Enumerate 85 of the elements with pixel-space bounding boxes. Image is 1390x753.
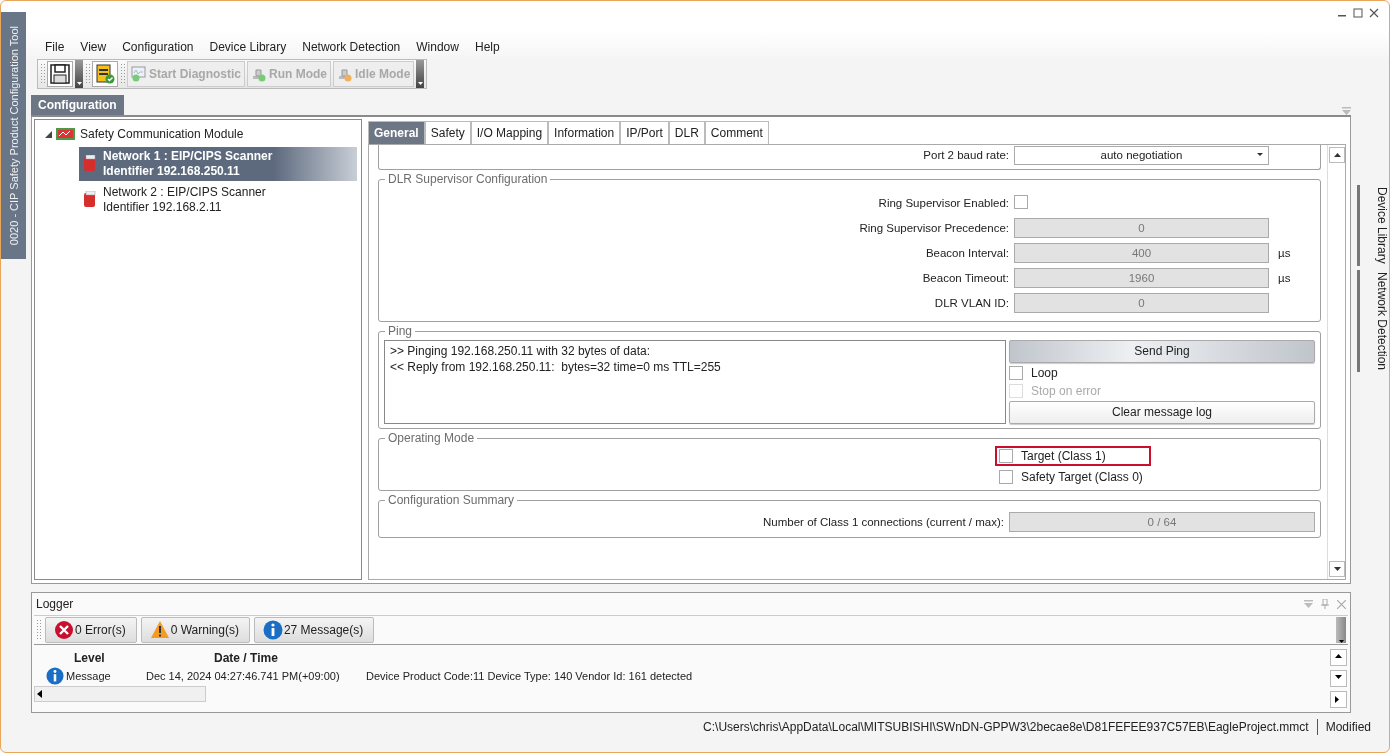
horizontal-scrollbar[interactable] bbox=[34, 686, 206, 702]
network-icon bbox=[83, 155, 97, 173]
checkbox[interactable] bbox=[999, 470, 1013, 484]
tree-item[interactable]: Network 1 : EIP/CIPS Scanner Identifier 192.168.250.11 bbox=[79, 147, 357, 181]
tab[interactable]: IP/Port bbox=[620, 121, 669, 144]
checkbox[interactable] bbox=[1014, 194, 1028, 209]
menu-item[interactable]: Network Detection bbox=[294, 40, 409, 54]
side-tab[interactable]: Network Detection bbox=[1357, 269, 1389, 372]
caret-icon bbox=[417, 82, 423, 85]
message-log: >> Pinging 192.168.250.11 with 32 bytes of data: << Reply from 192.168.250.11: bytes=32 time=0 ms TTL=255 bbox=[384, 340, 1006, 424]
unit-label: µs bbox=[1277, 246, 1292, 259]
tab[interactable]: Information bbox=[548, 121, 621, 144]
scroll-down-button[interactable] bbox=[1329, 561, 1345, 577]
checkbox-label: Safety Target (Class 0) bbox=[1021, 470, 1143, 484]
checkbox[interactable] bbox=[1009, 366, 1023, 380]
file-path: C:\Users\chris\AppData\Local\MITSUBISHI\SWnDN-GPPW3\2becae8e\D81FEFEE937C57EB\EagleProject.mmct bbox=[703, 720, 1309, 734]
module-icon bbox=[56, 127, 76, 141]
field-label: Beacon Interval: bbox=[924, 246, 1009, 259]
warning-icon bbox=[149, 620, 170, 640]
maximize-icon[interactable] bbox=[1353, 7, 1363, 19]
up-arrow-icon bbox=[1333, 153, 1341, 157]
tab[interactable]: General bbox=[368, 121, 425, 144]
field-label: DLR VLAN ID: bbox=[933, 296, 1009, 309]
caret-icon bbox=[1257, 152, 1263, 156]
caret-icon bbox=[1338, 640, 1344, 643]
network-icon bbox=[83, 191, 97, 209]
filter-button[interactable]: 0 Warning(s) bbox=[140, 617, 250, 643]
field-label: Ring Supervisor Precedence: bbox=[858, 221, 1009, 234]
filter-button[interactable]: 0 Error(s) bbox=[45, 617, 137, 643]
baud-rate-dropdown[interactable]: auto negotiation bbox=[1014, 145, 1269, 165]
field-label: Port 2 baud rate: bbox=[922, 149, 1009, 161]
left-arrow-icon bbox=[35, 690, 45, 698]
dropdown-button[interactable] bbox=[75, 60, 83, 88]
close-icon[interactable] bbox=[1369, 7, 1379, 19]
tab[interactable]: I/O Mapping bbox=[470, 121, 549, 144]
error-icon bbox=[54, 620, 74, 640]
table-cell-text: Dec 14, 2024 04:27:46.741 PM(+09:00) bbox=[146, 670, 341, 682]
checkbox-label: Loop bbox=[1031, 366, 1058, 380]
tab[interactable]: Safety bbox=[424, 121, 471, 144]
field-label: Beacon Timeout: bbox=[921, 271, 1009, 284]
info-icon bbox=[46, 667, 64, 685]
menu-item[interactable]: Configuration bbox=[114, 40, 202, 54]
checkbox-label: Stop on error bbox=[1031, 384, 1102, 398]
group-title: DLR Supervisor Configuration bbox=[385, 172, 551, 186]
scroll-up-button[interactable] bbox=[1329, 649, 1347, 666]
down-arrow-icon bbox=[1334, 675, 1342, 682]
tree-item[interactable]: Safety Communication Module bbox=[80, 127, 244, 141]
column-header[interactable]: Date / Time bbox=[164, 651, 314, 665]
info-icon bbox=[262, 620, 283, 640]
send-ping-button[interactable]: Send Ping bbox=[1009, 340, 1315, 363]
scrollbar[interactable] bbox=[1336, 617, 1346, 643]
menu-item[interactable]: File bbox=[37, 40, 73, 54]
menu-item[interactable]: View bbox=[72, 40, 115, 54]
down-arrow-icon bbox=[1333, 567, 1341, 571]
unit-label: µs bbox=[1277, 271, 1292, 284]
filter-button[interactable]: 27 Message(s) bbox=[253, 617, 375, 643]
group-title: Operating Mode bbox=[385, 431, 478, 445]
field-label: Ring Supervisor Enabled: bbox=[877, 196, 1009, 209]
tree-item[interactable]: Network 2 : EIP/CIPS Scanner Identifier 192.168.2.11 bbox=[79, 183, 357, 217]
menu-item[interactable]: Window bbox=[408, 40, 467, 54]
panel-title: Logger bbox=[36, 597, 74, 611]
clear-log-button[interactable]: Clear message log bbox=[1009, 401, 1315, 424]
up-arrow-icon bbox=[1334, 654, 1342, 661]
checkbox[interactable] bbox=[999, 449, 1013, 463]
table-cell-text: Message bbox=[66, 670, 112, 682]
field-label: Number of Class 1 connections (current / max): bbox=[762, 516, 1004, 528]
right-arrow-icon bbox=[1334, 696, 1342, 703]
tab[interactable]: Comment bbox=[704, 121, 769, 144]
side-tab[interactable]: Device Library bbox=[1357, 185, 1389, 266]
scroll-up-button[interactable] bbox=[1329, 147, 1345, 163]
expanded-arrow-icon[interactable] bbox=[45, 130, 52, 138]
checkbox-label: Target (Class 1) bbox=[1021, 449, 1106, 463]
tab[interactable]: DLR bbox=[668, 121, 705, 144]
caret-icon bbox=[76, 82, 82, 85]
menu-item[interactable]: Help bbox=[466, 40, 508, 54]
column-header[interactable]: Level bbox=[34, 651, 164, 665]
menu-item[interactable]: Device Library bbox=[201, 40, 295, 54]
group-title: Ping bbox=[385, 324, 416, 338]
document-tab[interactable]: Configuration bbox=[31, 95, 124, 115]
group-title: Configuration Summary bbox=[385, 493, 518, 507]
status-text: Modified bbox=[1325, 720, 1371, 734]
scroll-right-button[interactable] bbox=[1329, 691, 1347, 708]
scroll-down-button[interactable] bbox=[1329, 670, 1347, 687]
toolbar-overflow-button[interactable] bbox=[416, 60, 425, 88]
table-cell-text: Device Product Code:11 Device Type: 140 Vendor Id: 161 detected bbox=[366, 670, 694, 682]
